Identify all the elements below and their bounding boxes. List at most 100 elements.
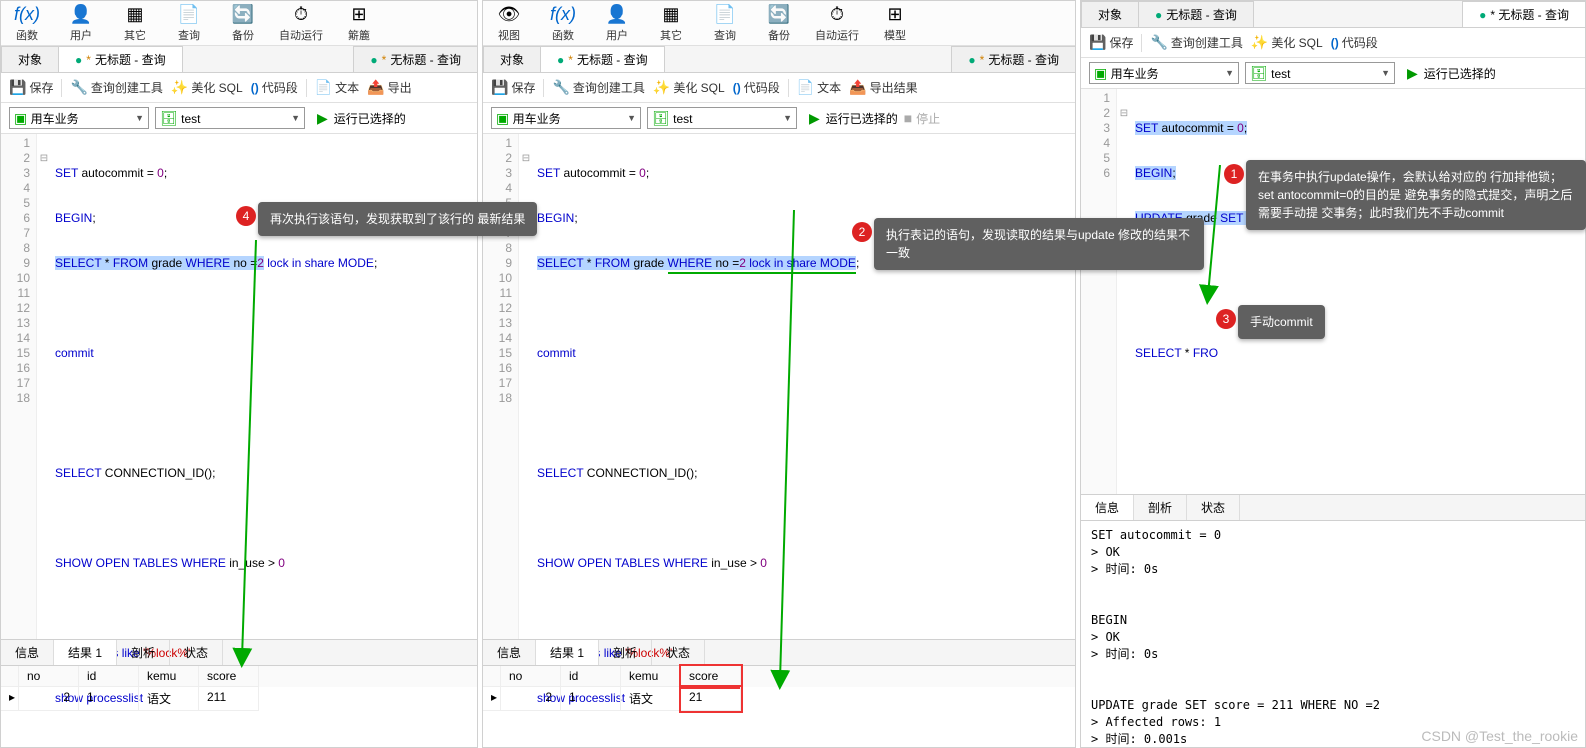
tb-view[interactable]: 👁视图 [491, 3, 527, 43]
rtab-info[interactable]: 信息 [1081, 495, 1134, 520]
result-tabs: 信息 剖析 状态 [1081, 494, 1585, 521]
callout-3: 3手动commit [1238, 305, 1325, 339]
tab-query[interactable]: ●*无标题 - 查询 [58, 46, 183, 72]
export-icon: 📤 [367, 79, 384, 96]
chevron-down-icon: ▼ [135, 113, 144, 123]
rtab-profile[interactable]: 剖析 [117, 640, 170, 665]
builder-button[interactable]: 🔧查询创建工具 [1150, 34, 1242, 51]
star-icon: * [568, 53, 573, 67]
user-icon: 👤 [606, 3, 628, 25]
sql-editor[interactable]: 123456 ⊟ SET autocommit = 0; BEGIN; UPDA… [1081, 89, 1585, 494]
snippet-button[interactable]: ()代码段 [733, 79, 780, 96]
tab-objects[interactable]: 对象 [483, 46, 541, 72]
beautify-button[interactable]: ✨美化 SQL [1251, 34, 1323, 51]
tab-query-2[interactable]: ●*无标题 - 查询 [951, 46, 1076, 72]
beautify-button[interactable]: ✨美化 SQL [171, 79, 243, 96]
callout-1: 1在事务中执行update操作，会默认给对应的 行加排他锁；set antoco… [1246, 160, 1586, 230]
connection-select[interactable]: ▣ 用车业务▼ [1089, 62, 1239, 84]
tb-other[interactable]: ▦其它 [117, 3, 153, 43]
tab-objects[interactable]: 对象 [1081, 1, 1139, 27]
status-icon: ● [968, 53, 975, 67]
table-row[interactable]: ▸21语文211 [1, 687, 477, 711]
tb-backup[interactable]: 🔄备份 [761, 3, 797, 43]
main-toolbar: f(x)函数 👤用户 ▦其它 📄查询 🔄备份 ⏱自动运行 ⊞簛簏 [1, 1, 477, 46]
badge-1: 1 [1224, 164, 1244, 184]
tb-backup[interactable]: 🔄备份 [225, 3, 261, 43]
tb-auto[interactable]: ⏱自动运行 [815, 3, 859, 43]
tab-query[interactable]: ●无标题 - 查询 [1138, 1, 1254, 27]
tab-objects[interactable]: 对象 [1, 46, 59, 72]
tabbar: 对象 ●无标题 - 查询 ●* 无标题 - 查询 [1081, 1, 1585, 28]
export-button[interactable]: 📤导出结果 [849, 79, 917, 96]
text-button[interactable]: 📄文本 [797, 79, 841, 96]
tb-filter[interactable]: ⊞簛簏 [341, 3, 377, 43]
rtab-result1[interactable]: 结果 1 [536, 640, 599, 665]
save-button[interactable]: 💾保存 [1089, 34, 1133, 51]
rtab-info[interactable]: 信息 [1, 640, 54, 665]
run-button[interactable]: ▶ [809, 110, 820, 127]
connection-select[interactable]: ▣ 用车业务▼ [9, 107, 149, 129]
snippet-button[interactable]: ()代码段 [251, 79, 298, 96]
tb-func[interactable]: f(x)函数 [9, 3, 45, 43]
cylinder-icon: 🗄 [160, 110, 178, 126]
backup-icon: 🔄 [768, 3, 790, 25]
tab-query-2[interactable]: ●*无标题 - 查询 [353, 46, 478, 72]
tb-model[interactable]: ⊞模型 [877, 3, 913, 43]
db-icon: ▣ [14, 110, 27, 126]
rtab-result1[interactable]: 结果 1 [54, 640, 117, 665]
tabbar: 对象 ●*无标题 - 查询 ●*无标题 - 查询 [483, 46, 1075, 73]
callout-2: 2执行表记的语句，发现读取的结果与update 修改的结果不一致 [874, 218, 1204, 270]
watermark: CSDN @Test_the_rookie [1421, 728, 1578, 744]
db-select[interactable]: 🗄 test▼ [155, 107, 305, 129]
tb-user[interactable]: 👤用户 [599, 3, 635, 43]
run-button[interactable]: ▶ [317, 110, 328, 127]
builder-button[interactable]: 🔧查询创建工具 [552, 79, 644, 96]
pane-left: f(x)函数 👤用户 ▦其它 📄查询 🔄备份 ⏱自动运行 ⊞簛簏 对象 ●*无标… [0, 0, 478, 748]
db-select[interactable]: 🗄 test▼ [1245, 62, 1395, 84]
rtab-state[interactable]: 状态 [170, 640, 223, 665]
grid-icon: ▦ [124, 3, 146, 25]
star-icon: * [980, 53, 985, 67]
tb-auto[interactable]: ⏱自动运行 [279, 3, 323, 43]
status-icon: ● [370, 53, 377, 67]
result-grid: noidkemuscore ▸21语文211 [1, 666, 477, 711]
magic-icon: ✨ [653, 79, 670, 96]
output-text: SET autocommit = 0 > OK > 时间: 0s BEGIN >… [1081, 521, 1585, 748]
rtab-state[interactable]: 状态 [652, 640, 705, 665]
beautify-button[interactable]: ✨美化 SQL [653, 79, 725, 96]
save-button[interactable]: 💾保存 [9, 79, 53, 96]
chevron-down-icon: ▼ [1381, 68, 1390, 78]
export-icon: 📤 [849, 79, 866, 96]
save-button[interactable]: 💾保存 [491, 79, 535, 96]
code-area[interactable]: SET autocommit = 0; BEGIN; SELECT * FROM… [533, 134, 863, 639]
builder-button[interactable]: 🔧查询创建工具 [70, 79, 162, 96]
tb-query[interactable]: 📄查询 [171, 3, 207, 43]
sql-editor[interactable]: 123456789101112131415161718 ⊟ SET autoco… [483, 134, 1075, 639]
view-icon: 👁 [498, 3, 520, 25]
tab-query-2[interactable]: ●* 无标题 - 查询 [1462, 1, 1586, 27]
tb-other[interactable]: ▦其它 [653, 3, 689, 43]
export-button[interactable]: 📤导出 [367, 79, 411, 96]
fold-gutter: ⊟ [37, 134, 51, 639]
rtab-info[interactable]: 信息 [483, 640, 536, 665]
paren-icon: () [251, 81, 259, 95]
tb-query[interactable]: 📄查询 [707, 3, 743, 43]
magic-icon: ✨ [171, 79, 188, 96]
connection-select[interactable]: ▣ 用车业务▼ [491, 107, 641, 129]
rtab-profile[interactable]: 剖析 [599, 640, 652, 665]
tb-user[interactable]: 👤用户 [63, 3, 99, 43]
db-select[interactable]: 🗄 test▼ [647, 107, 797, 129]
tab-query[interactable]: ●*无标题 - 查询 [540, 46, 665, 72]
fx-icon: f(x) [552, 3, 574, 25]
rtab-profile[interactable]: 剖析 [1134, 495, 1187, 520]
clock-icon: ⏱ [290, 3, 312, 25]
rtab-state[interactable]: 状态 [1187, 495, 1240, 520]
snippet-button[interactable]: ()代码段 [1331, 34, 1378, 51]
text-button[interactable]: 📄文本 [315, 79, 359, 96]
text-icon: 📄 [315, 79, 332, 96]
run-button[interactable]: ▶ [1407, 65, 1418, 82]
star-icon: * [382, 53, 387, 67]
stop-button[interactable]: ■ 停止 [904, 110, 940, 127]
tb-func[interactable]: f(x)函数 [545, 3, 581, 43]
code-area[interactable]: SET autocommit = 0; BEGIN; UPDATE grade … [1131, 89, 1406, 494]
